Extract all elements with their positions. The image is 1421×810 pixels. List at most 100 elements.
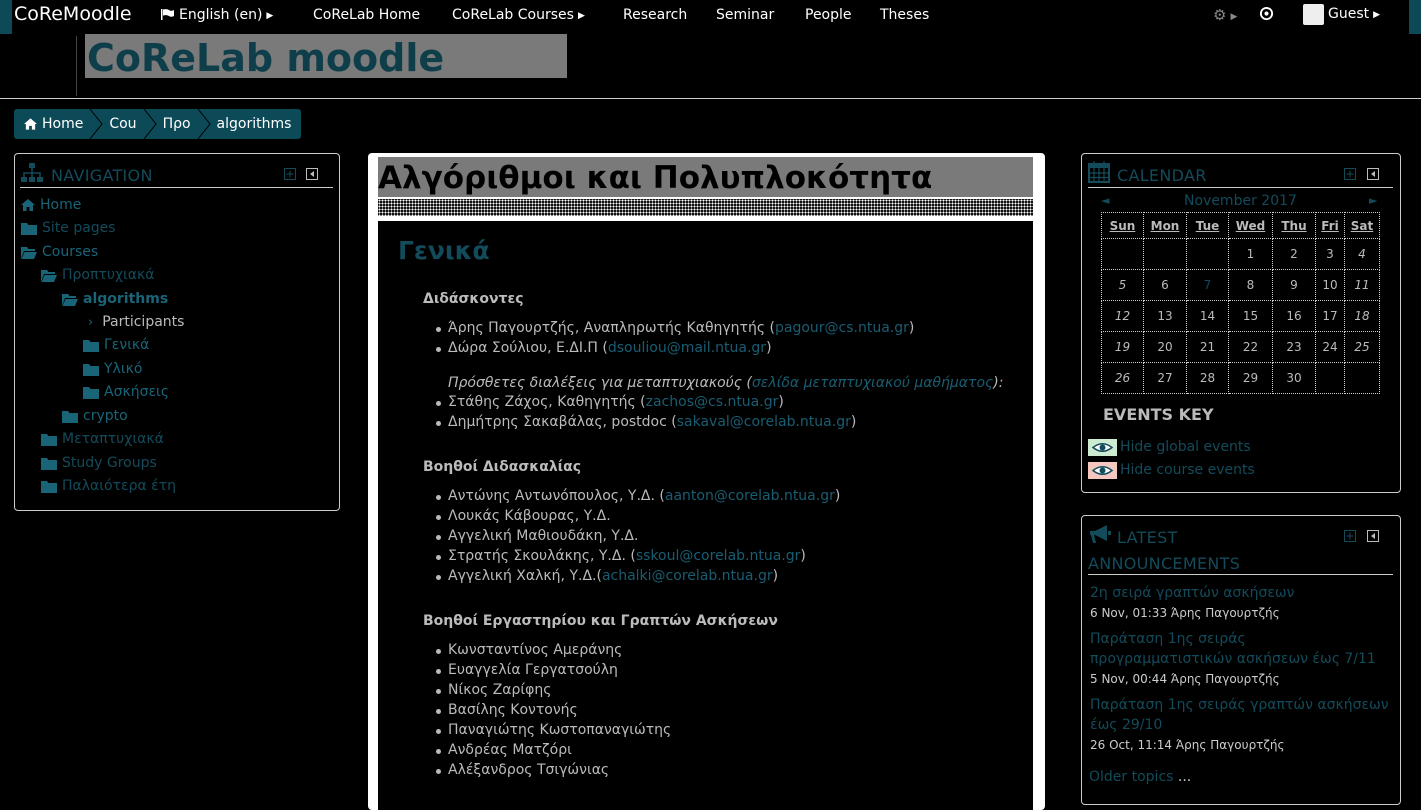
- email-link[interactable]: dsouliou@mail.ntua.gr: [608, 340, 766, 356]
- brand-link[interactable]: CoReMoodle: [14, 3, 132, 25]
- nav-postgrad[interactable]: Μεταπτυχιακά: [41, 431, 164, 447]
- nav-home[interactable]: Home: [21, 197, 81, 213]
- nav-crypto-label: crypto: [83, 408, 128, 424]
- collapse-icon[interactable]: [1367, 168, 1379, 180]
- breadcrumb-home[interactable]: Home: [24, 109, 83, 139]
- weekday-wed: Wed: [1228, 212, 1273, 239]
- hide-course-events-link[interactable]: Hide course events: [1120, 462, 1255, 478]
- dock-icon[interactable]: [1344, 530, 1356, 542]
- weekday-sun: Sun: [1101, 212, 1144, 239]
- announcements-rule: [1088, 574, 1393, 575]
- nav-general[interactable]: Γενικά: [83, 337, 149, 353]
- calendar-next-icon[interactable]: ►: [1369, 194, 1377, 207]
- site-title[interactable]: CoReLab moodle: [85, 34, 567, 78]
- nav-corelab-courses[interactable]: CoReLab Courses ▶: [452, 7, 585, 23]
- nav-exercises-label: Ασκήσεις: [104, 384, 169, 400]
- announcement-link[interactable]: Παράταση 1ης σειράς προγραμματιστικών ασ…: [1090, 629, 1390, 669]
- email-link[interactable]: sakaval@corelab.ntua.gr: [677, 414, 851, 430]
- weekday-thu: Thu: [1272, 212, 1316, 239]
- nav-courses[interactable]: Courses: [21, 244, 98, 260]
- list-item: Άρης Παγουρτζής, Αναπληρωτής Καθηγητής (…: [435, 320, 915, 336]
- calendar-rule: [1088, 187, 1393, 188]
- calendar-day: 9: [1272, 269, 1316, 301]
- nav-algorithms[interactable]: algorithms: [62, 291, 168, 307]
- settings-menu[interactable]: ⚙ ▶: [1213, 6, 1237, 24]
- nav-seminar[interactable]: Seminar: [716, 7, 774, 23]
- calendar-day-today[interactable]: 7: [1186, 269, 1229, 301]
- calendar-day: [1344, 362, 1380, 394]
- list-item: Αγγελική Μαθιουδάκη, Υ.Δ.: [435, 528, 639, 544]
- folder-open-icon: [41, 269, 57, 282]
- gear-icon: ⚙: [1213, 6, 1227, 24]
- breadcrumb-courses[interactable]: Cou: [109, 109, 136, 139]
- course-title: Αλγόριθμοι και Πολυπλοκότητα: [378, 157, 1033, 197]
- navigation-title: NAVIGATION: [51, 166, 153, 185]
- eye-icon: [1088, 462, 1117, 479]
- dock-icon[interactable]: [1344, 168, 1356, 180]
- older-topics-ellipsis: ...: [1177, 769, 1192, 785]
- older-topics-link[interactable]: Older topics: [1089, 769, 1173, 785]
- calendar-day: 6: [1143, 269, 1187, 301]
- course-events-swatch: [1088, 462, 1117, 479]
- nav-crypto[interactable]: crypto: [62, 408, 128, 424]
- nav-participants[interactable]: › Participants: [88, 314, 184, 330]
- dock-icon[interactable]: [284, 168, 296, 180]
- avatar[interactable]: [1303, 4, 1324, 25]
- nav-people[interactable]: People: [805, 7, 852, 23]
- breadcrumb-algorithms[interactable]: algorithms: [217, 109, 292, 139]
- email-link[interactable]: aanton@corelab.ntua.gr: [665, 488, 835, 504]
- calendar-day: 1: [1228, 238, 1273, 270]
- announcement-link[interactable]: 2η σειρά γραπτών ασκήσεων: [1090, 583, 1390, 603]
- folder-icon: [83, 386, 99, 399]
- folder-open-icon: [21, 246, 37, 259]
- list-item: Νίκος Ζαρίφης: [435, 682, 552, 698]
- nav-study-groups[interactable]: Study Groups: [41, 455, 157, 471]
- calendar-day: 11: [1344, 269, 1380, 301]
- hide-global-events-link[interactable]: Hide global events: [1120, 439, 1251, 455]
- calendar-day: 26: [1101, 362, 1144, 394]
- announcement-link[interactable]: Παράταση 1ης σειράς γραπτών ασκήσεων έως…: [1090, 695, 1390, 735]
- calendar-prev-icon[interactable]: ◄: [1101, 194, 1109, 207]
- calendar-day: 18: [1344, 300, 1380, 332]
- collapse-icon[interactable]: [1367, 530, 1379, 542]
- nav-corelab-home[interactable]: CoReLab Home: [313, 7, 420, 23]
- folder-icon: [21, 222, 37, 235]
- calendar-day: 22: [1228, 331, 1273, 363]
- announcements-title-line1: LATEST: [1117, 528, 1178, 547]
- email-link[interactable]: sskoul@corelab.ntua.gr: [636, 548, 801, 564]
- header-divider: [76, 36, 77, 96]
- nav-general-label: Γενικά: [104, 337, 150, 353]
- postgrad-course-link[interactable]: σελίδα μεταπτυχιακού μαθήματος: [752, 375, 993, 391]
- nav-older-years[interactable]: Παλαιότερα έτη: [41, 478, 176, 494]
- calendar-day: 29: [1228, 362, 1273, 394]
- nav-undergrad[interactable]: Προπτυχιακά: [41, 267, 154, 283]
- list-item: Στρατής Σκουλάκης, Υ.Δ. (sskoul@corelab.…: [436, 548, 806, 564]
- nav-study-groups-label: Study Groups: [62, 455, 157, 471]
- calendar-day: 19: [1101, 331, 1144, 363]
- email-link[interactable]: pagour@cs.ntua.gr: [775, 320, 909, 336]
- power-icon[interactable]: [1259, 6, 1274, 21]
- nav-theses[interactable]: Theses: [880, 7, 929, 23]
- email-link[interactable]: achalki@corelab.ntua.gr: [602, 568, 773, 584]
- nav-material[interactable]: Υλικό: [83, 361, 142, 377]
- calendar-weekday-row: Sun Mon Tue Wed Thu Fri Sat: [1101, 212, 1380, 239]
- list-item: Δημήτρης Σακαβάλας, postdoc (sakaval@cor…: [435, 414, 857, 430]
- nav-research[interactable]: Research: [623, 7, 687, 23]
- nav-site-pages[interactable]: Site pages: [21, 220, 116, 236]
- postgrad-note: Πρόσθετες διαλέξεις για μεταπτυχιακούς (…: [448, 375, 1004, 391]
- language-menu[interactable]: English (en) ▶: [161, 7, 273, 23]
- announcement-meta: 5 Nov, 00:44 Άρης Παγουρτζής: [1090, 672, 1280, 686]
- calendar-day: 17: [1315, 300, 1345, 332]
- email-link[interactable]: zachos@cs.ntua.gr: [646, 394, 779, 410]
- calendar-day: 8: [1228, 269, 1273, 301]
- guest-menu[interactable]: Guest ▶: [1328, 6, 1380, 22]
- calendar-day: [1143, 238, 1187, 270]
- calendar-day: 4: [1344, 238, 1380, 270]
- breadcrumb-undergrad[interactable]: Προ: [163, 109, 191, 139]
- collapse-icon[interactable]: [306, 168, 318, 180]
- weekday-sat: Sat: [1344, 212, 1380, 239]
- calendar-day: 3: [1315, 238, 1345, 270]
- nav-exercises[interactable]: Ασκήσεις: [83, 384, 169, 400]
- folder-icon: [41, 433, 57, 446]
- calendar-month[interactable]: November 2017: [1184, 193, 1297, 209]
